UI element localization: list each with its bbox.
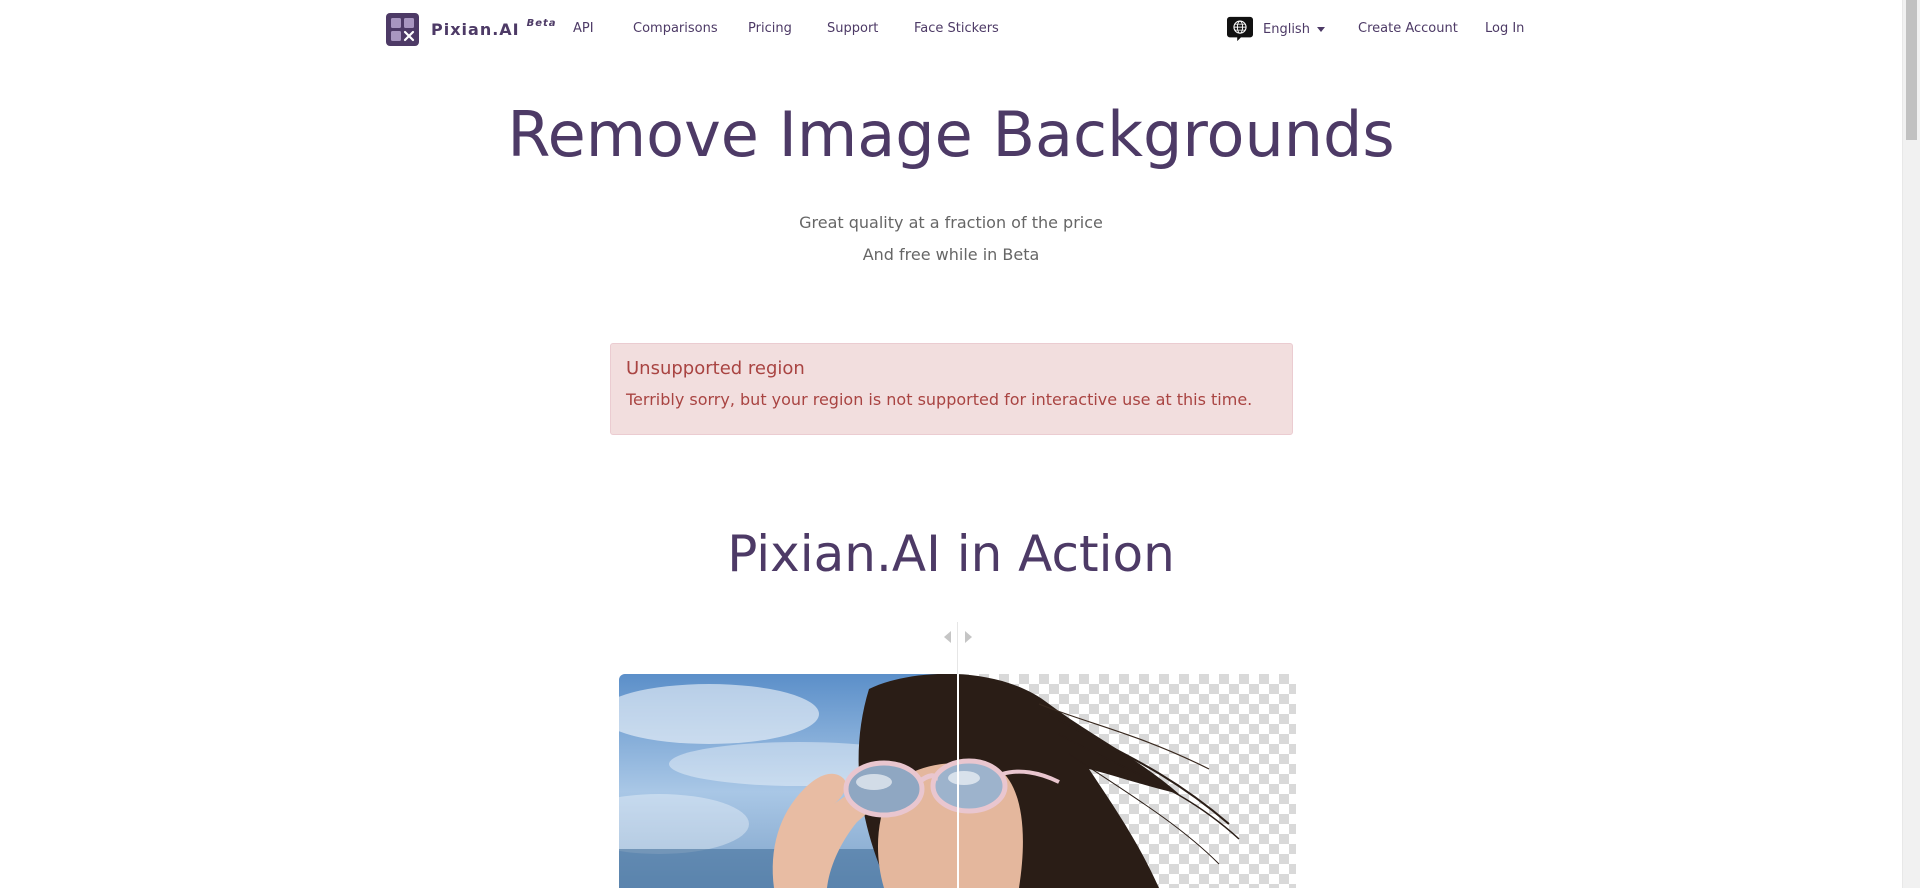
caret-down-icon — [1316, 27, 1325, 32]
comparison-image — [619, 674, 1296, 888]
navbar: Pixian.AI Beta API Comparisons Pricing S… — [0, 0, 1902, 60]
beta-badge: Beta — [526, 18, 557, 29]
comparison-slider-handle[interactable] — [944, 629, 972, 645]
page-title: Remove Image Backgrounds — [507, 98, 1395, 171]
brand-home-link[interactable]: Pixian.AI Beta — [386, 13, 557, 46]
logo-icon — [386, 13, 419, 46]
section-title: Pixian.AI in Action — [727, 525, 1175, 583]
log-in-link[interactable]: Log In — [1485, 21, 1524, 36]
slider-right-icon — [965, 631, 972, 643]
alert-title: Unsupported region — [626, 358, 805, 379]
globe-icon — [1227, 16, 1253, 42]
nav-link-support[interactable]: Support — [827, 21, 878, 36]
create-account-link[interactable]: Create Account — [1358, 21, 1458, 36]
before-after-comparison[interactable] — [619, 674, 1296, 888]
unsupported-region-alert: Unsupported region Terribly sorry, but y… — [610, 343, 1293, 435]
hero-subtitle-line-2: And free while in Beta — [862, 245, 1040, 264]
language-label: English — [1263, 21, 1310, 37]
page-scrollbar[interactable] — [1902, 0, 1920, 888]
nav-link-api[interactable]: API — [573, 21, 594, 36]
nav-link-pricing[interactable]: Pricing — [748, 21, 792, 36]
scrollbar-thumb[interactable] — [1906, 0, 1917, 140]
alert-message: Terribly sorry, but your region is not s… — [626, 390, 1253, 409]
nav-link-face-stickers[interactable]: Face Stickers — [914, 21, 999, 36]
hero-subtitle-line-1: Great quality at a fraction of the price — [799, 213, 1103, 232]
language-dropdown[interactable]: English — [1225, 15, 1325, 43]
slider-left-icon — [944, 631, 951, 643]
nav-link-comparisons[interactable]: Comparisons — [633, 21, 718, 36]
brand-name: Pixian.AI — [431, 20, 520, 39]
